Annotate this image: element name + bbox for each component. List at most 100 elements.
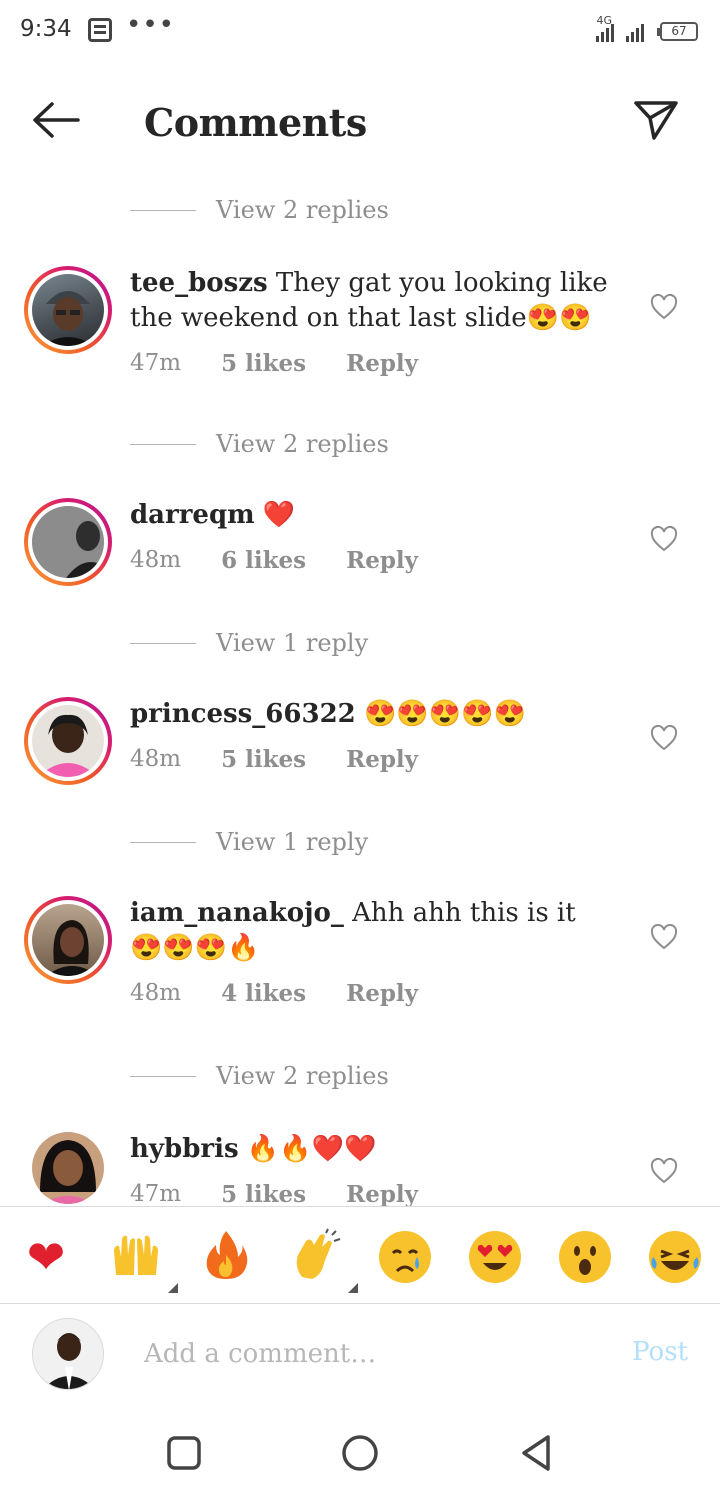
avatar-photo	[38, 714, 98, 777]
clapping-hands-icon	[296, 1228, 341, 1279]
my-avatar	[32, 1318, 104, 1390]
heart-emoji-button[interactable]: ❤	[16, 1227, 76, 1287]
skin-tone-indicator	[168, 1283, 178, 1293]
username[interactable]: iam_nanakojo_	[130, 898, 344, 928]
comment-time: 47m	[130, 350, 182, 376]
raised-hands-icon	[114, 1235, 158, 1275]
crying-face-emoji-button[interactable]	[375, 1227, 435, 1287]
comment-body: tee_boszs They gat you looking like the …	[130, 266, 620, 377]
comment-body: hybbris 🔥🔥❤️❤️ 47m 5 likes Reply	[130, 1132, 620, 1206]
like-button[interactable]	[650, 724, 678, 751]
heart-eyes-face-icon	[469, 1231, 521, 1283]
username[interactable]: darreqm	[130, 500, 255, 530]
comment-text: hybbris 🔥🔥❤️❤️	[130, 1132, 620, 1167]
back-button[interactable]	[30, 98, 82, 142]
news-icon	[88, 18, 112, 42]
back-nav-button[interactable]	[516, 1433, 556, 1473]
header: Comments	[0, 64, 720, 176]
system-navigation-bar	[0, 1405, 720, 1500]
view-replies-button[interactable]: View 2 replies	[130, 192, 389, 228]
comment-message: 🔥🔥❤️❤️	[246, 1134, 377, 1164]
comment-meta: 48m 6 likes Reply	[130, 547, 620, 574]
comment-time: 47m	[130, 1181, 182, 1206]
avatar[interactable]	[24, 266, 112, 354]
like-button[interactable]	[650, 525, 678, 552]
likes-count[interactable]: 4 likes	[221, 980, 306, 1007]
comment-text: tee_boszs They gat you looking like the …	[130, 266, 610, 336]
divider	[130, 209, 196, 211]
divider	[130, 1075, 196, 1077]
avatar[interactable]	[24, 896, 112, 984]
reply-button[interactable]: Reply	[346, 1181, 418, 1206]
post-button[interactable]: Post	[632, 1337, 688, 1367]
view-replies-button[interactable]: View 2 replies	[130, 1058, 389, 1094]
like-button[interactable]	[650, 293, 678, 320]
comment-body: princess_66322 😍😍😍😍😍 48m 5 likes Reply	[130, 697, 620, 773]
comment-list[interactable]: View 2 replies tee_boszs They gat you lo…	[0, 176, 720, 1206]
laughing-tears-emoji-button[interactable]	[645, 1227, 705, 1287]
circle-icon	[342, 1435, 378, 1471]
view-replies-label: View 2 replies	[216, 430, 389, 458]
comment-input[interactable]	[130, 1331, 570, 1377]
comment-meta: 48m 4 likes Reply	[130, 980, 620, 1007]
clapping-hands-emoji-button[interactable]	[286, 1227, 358, 1293]
view-replies-button[interactable]: View 1 reply	[130, 824, 368, 860]
avatar[interactable]	[24, 697, 112, 785]
fire-icon	[206, 1231, 248, 1279]
comment-time: 48m	[130, 746, 182, 772]
avatar-photo	[32, 506, 104, 578]
comment-message: 😍😍😍😍😍	[364, 699, 526, 729]
triangle-back-icon	[522, 1435, 550, 1471]
surprised-face-emoji-button[interactable]	[555, 1227, 615, 1287]
heart-outline-icon	[650, 724, 678, 751]
divider	[130, 443, 196, 445]
avatar[interactable]	[24, 498, 112, 586]
likes-count[interactable]: 5 likes	[221, 1181, 306, 1206]
avatar[interactable]	[32, 1132, 104, 1204]
avatar-photo	[40, 1140, 96, 1204]
like-button[interactable]	[650, 923, 678, 950]
comment-meta: 48m 5 likes Reply	[130, 746, 620, 773]
view-replies-label: View 2 replies	[216, 196, 389, 224]
comment-body: iam_nanakojo_ Ahh ahh this is it 😍😍😍🔥 48…	[130, 896, 620, 1007]
comment-time: 48m	[130, 547, 182, 573]
reply-button[interactable]: Reply	[346, 350, 418, 377]
surprised-face-icon	[559, 1231, 611, 1283]
reply-button[interactable]: Reply	[346, 980, 418, 1007]
reply-button[interactable]: Reply	[346, 746, 418, 773]
share-button[interactable]	[632, 98, 680, 142]
fire-emoji-button[interactable]	[196, 1227, 256, 1287]
page-title: Comments	[144, 100, 367, 145]
likes-count[interactable]: 5 likes	[221, 746, 306, 773]
view-replies-button[interactable]: View 2 replies	[130, 426, 389, 462]
comment-text: princess_66322 😍😍😍😍😍	[130, 697, 620, 732]
comment-composer: Post	[0, 1305, 720, 1405]
heart-outline-icon	[650, 293, 678, 320]
skin-tone-indicator	[348, 1283, 358, 1293]
heart-outline-icon	[650, 1157, 678, 1184]
signal-icon	[596, 22, 614, 42]
comment-meta: 47m 5 likes Reply	[130, 350, 620, 377]
avatar-photo	[42, 291, 94, 346]
like-button[interactable]	[650, 1157, 678, 1184]
reply-button[interactable]: Reply	[346, 547, 418, 574]
recent-apps-button[interactable]	[164, 1433, 204, 1473]
heart-outline-icon	[650, 923, 678, 950]
likes-count[interactable]: 5 likes	[221, 350, 306, 377]
status-bar: 9:34 ••• 4G 67	[0, 0, 720, 64]
comment-body: darreqm ❤️ 48m 6 likes Reply	[130, 498, 620, 574]
username[interactable]: tee_boszs	[130, 268, 268, 298]
avatar-photo	[46, 920, 98, 976]
comment-text: darreqm ❤️	[130, 498, 620, 533]
avatar-photo	[33, 1319, 103, 1389]
divider	[130, 642, 196, 644]
crying-face-icon	[379, 1231, 431, 1283]
raised-hands-emoji-button[interactable]	[106, 1227, 178, 1293]
send-icon	[634, 101, 678, 140]
home-button[interactable]	[340, 1433, 380, 1473]
username[interactable]: princess_66322	[130, 699, 356, 729]
username[interactable]: hybbris	[130, 1134, 239, 1164]
view-replies-button[interactable]: View 1 reply	[130, 625, 368, 661]
likes-count[interactable]: 6 likes	[221, 547, 306, 574]
heart-eyes-emoji-button[interactable]	[465, 1227, 525, 1287]
